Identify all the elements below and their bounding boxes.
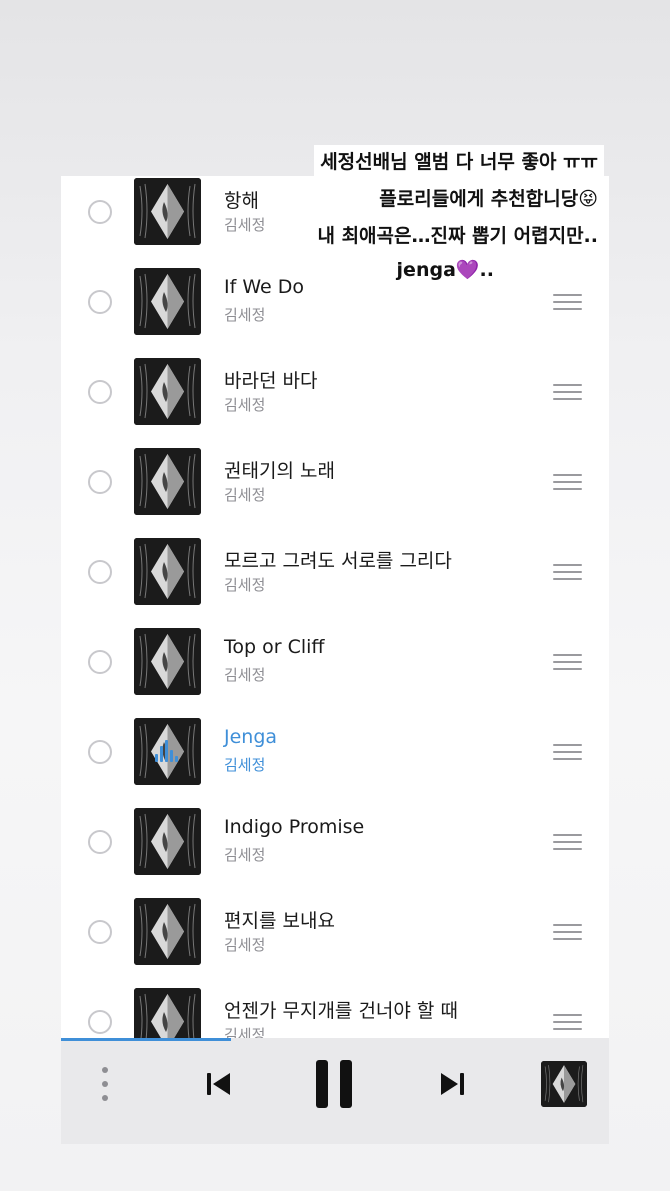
track-title: If We Do (224, 276, 304, 298)
track-title: 모르고 그려도 서로를 그리다 (224, 550, 452, 572)
drag-handle-icon[interactable] (553, 1014, 582, 1030)
drag-handle-icon[interactable] (553, 474, 582, 490)
playlist-panel: 항해 김세정 If We Do 김세정 바라던 바다 김세정 권태기의 노래 김… (61, 176, 609, 1144)
track-artist: 김세정 (224, 756, 266, 774)
caption-line: jenga💜.. (390, 256, 500, 283)
select-radio[interactable] (88, 650, 112, 674)
playback-progress-bar[interactable] (61, 1038, 231, 1041)
drag-handle-icon[interactable] (553, 564, 582, 580)
select-radio[interactable] (88, 290, 112, 314)
track-row[interactable]: 바라던 바다 김세정 (61, 347, 609, 437)
track-artist: 김세정 (224, 486, 266, 504)
select-radio[interactable] (88, 830, 112, 854)
select-radio[interactable] (88, 920, 112, 944)
album-cover (134, 448, 201, 515)
next-track-icon[interactable] (439, 1070, 467, 1098)
more-vertical-icon[interactable] (101, 1067, 109, 1103)
drag-handle-icon[interactable] (553, 294, 582, 310)
track-title: 언젠가 무지개를 건너야 할 때 (224, 1000, 458, 1022)
previous-track-icon[interactable] (204, 1070, 232, 1098)
album-cover (134, 178, 201, 245)
track-artist: 김세정 (224, 576, 266, 594)
album-cover (134, 268, 201, 335)
track-row-now-playing[interactable]: Jenga 김세정 (61, 707, 609, 797)
track-artist: 김세정 (224, 216, 266, 234)
caption-line: 내 최애곡은…진짜 뽑기 어렵지만.. (311, 219, 604, 250)
track-title: 바라던 바다 (224, 370, 318, 392)
track-title: Indigo Promise (224, 816, 365, 838)
caption-line: 세정선배님 앨범 다 너무 좋아 ㅠㅠ (314, 145, 604, 176)
mini-player-bar (61, 1038, 609, 1144)
drag-handle-icon[interactable] (553, 654, 582, 670)
select-radio[interactable] (88, 200, 112, 224)
track-artist: 김세정 (224, 666, 266, 684)
select-radio[interactable] (88, 1010, 112, 1034)
now-playing-equalizer-icon (155, 740, 181, 762)
album-cover (134, 898, 201, 965)
track-artist: 김세정 (224, 306, 266, 324)
drag-handle-icon[interactable] (553, 384, 582, 400)
track-row[interactable]: 모르고 그려도 서로를 그리다 김세정 (61, 527, 609, 617)
track-title: 항해 (224, 190, 259, 212)
drag-handle-icon[interactable] (553, 924, 582, 940)
drag-handle-icon[interactable] (553, 744, 582, 760)
mini-album-cover[interactable] (541, 1061, 587, 1107)
select-radio[interactable] (88, 470, 112, 494)
track-row[interactable]: If We Do 김세정 (61, 257, 609, 347)
select-radio[interactable] (88, 560, 112, 584)
album-cover (134, 538, 201, 605)
drag-handle-icon[interactable] (553, 834, 582, 850)
album-cover (134, 718, 201, 785)
track-title: Jenga (224, 726, 278, 748)
track-title: 편지를 보내요 (224, 910, 335, 932)
track-title: Top or Cliff (224, 636, 325, 658)
track-title: 권태기의 노래 (224, 460, 335, 482)
track-row[interactable]: Indigo Promise 김세정 (61, 797, 609, 887)
select-radio[interactable] (88, 380, 112, 404)
album-cover (134, 628, 201, 695)
track-artist: 김세정 (224, 396, 266, 414)
pause-icon[interactable] (316, 1060, 352, 1108)
track-artist: 김세정 (224, 846, 266, 864)
caption-line: 플로리들에게 추천합니당😝 (373, 182, 604, 213)
track-row[interactable]: 편지를 보내요 김세정 (61, 887, 609, 977)
album-cover (134, 808, 201, 875)
track-row[interactable]: 권태기의 노래 김세정 (61, 437, 609, 527)
album-cover (134, 358, 201, 425)
track-row[interactable]: Top or Cliff 김세정 (61, 617, 609, 707)
select-radio[interactable] (88, 740, 112, 764)
track-artist: 김세정 (224, 936, 266, 954)
